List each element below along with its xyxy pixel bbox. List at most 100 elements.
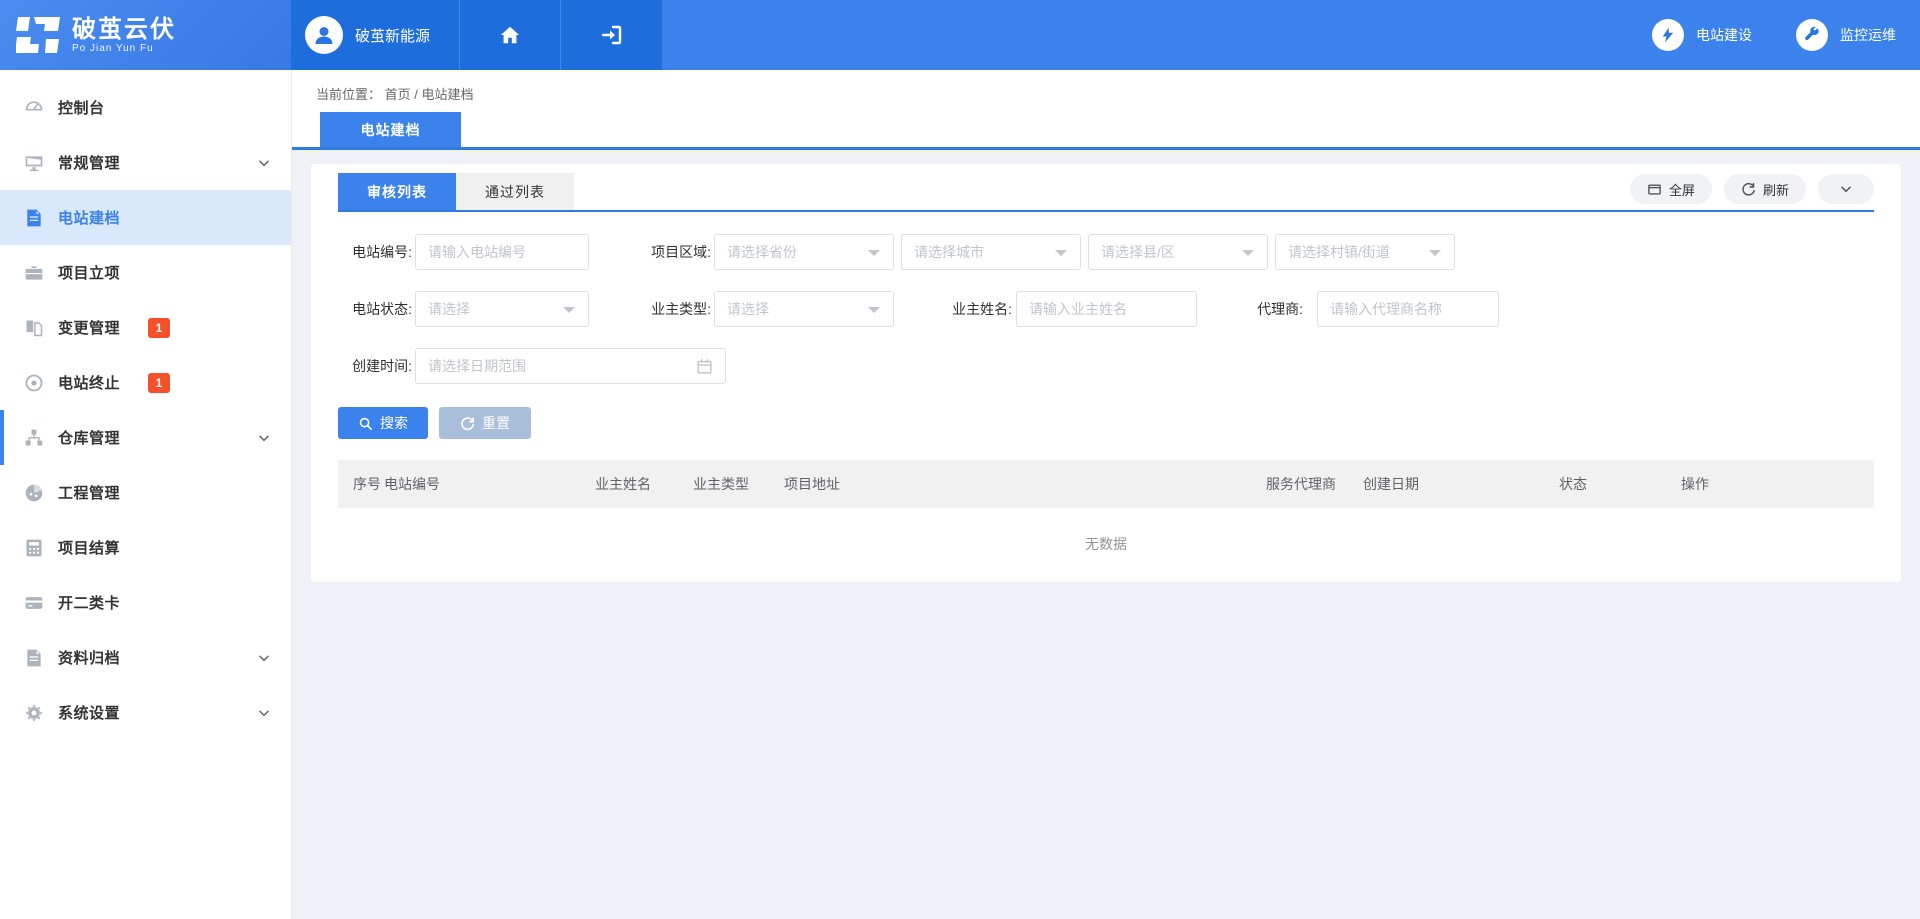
sidebar-item-label: 变更管理	[58, 317, 120, 338]
breadcrumb-label: 当前位置：	[316, 87, 381, 102]
refresh-button[interactable]: 刷新	[1724, 174, 1806, 204]
owner-name-input[interactable]: 请输入业主姓名	[1016, 291, 1197, 327]
header-right-nav: 电站建设 监控运维	[662, 0, 1920, 70]
date-range-input[interactable]: 请选择日期范围	[415, 348, 726, 384]
owner-type-select[interactable]: 请选择	[714, 291, 894, 327]
station-no-label: 电站编号:	[338, 242, 412, 262]
sidebar-item-label: 开二类卡	[58, 592, 120, 613]
sidebar-item-console[interactable]: 控制台	[0, 80, 291, 135]
logout-button[interactable]	[561, 0, 662, 70]
logo-subtitle: Po Jian Yun Fu	[72, 43, 176, 54]
wrench-icon	[1796, 19, 1828, 51]
panel-toolbar: 全屏 刷新	[1630, 174, 1874, 204]
agent-input[interactable]: 请输入代理商名称	[1317, 291, 1499, 327]
sidebar-item-warehouse-mgmt[interactable]: 仓库管理	[0, 410, 291, 465]
sidebar-item-change-mgmt[interactable]: 变更管理 1	[0, 300, 291, 355]
sidebar: 控制台 常规管理 电站建档	[0, 70, 291, 919]
pie-chart-icon	[24, 483, 44, 503]
sidebar-item-label: 控制台	[58, 97, 105, 118]
page-tab-station-archive[interactable]: 电站建档	[320, 112, 461, 147]
sidebar-item-system-settings[interactable]: 系统设置	[0, 685, 291, 740]
gear-icon	[24, 703, 44, 723]
sidebar-item-engineering-mgmt[interactable]: 工程管理	[0, 465, 291, 520]
notification-badge: 1	[148, 318, 170, 338]
nav-label: 监控运维	[1840, 25, 1896, 45]
reset-icon	[460, 416, 475, 431]
search-label: 搜索	[380, 413, 408, 433]
tab-passed-list[interactable]: 通过列表	[456, 173, 574, 210]
user-name: 破茧新能源	[355, 25, 430, 46]
notification-badge: 1	[148, 373, 170, 393]
tab-review-list[interactable]: 审核列表	[338, 173, 456, 210]
sidebar-item-open-class2-card[interactable]: 开二类卡	[0, 575, 291, 630]
main-content: 当前位置： 首页 / 电站建档 电站建档 审核列表 通过列表 全屏	[291, 70, 1920, 919]
filter-row-1: 电站编号: 请输入电站编号 项目区域: 请选择省份 请选择城市 请选择县/区 请…	[338, 234, 1874, 270]
dashboard-icon	[24, 98, 44, 118]
chevron-down-icon	[257, 651, 271, 665]
col-index: 序号	[353, 474, 384, 494]
app-logo[interactable]: 破茧云伏 Po Jian Yun Fu	[0, 0, 291, 70]
sidebar-item-data-archive[interactable]: 资料归档	[0, 630, 291, 685]
sidebar-item-label: 常规管理	[58, 152, 120, 173]
col-station-no: 电站编号	[384, 474, 595, 494]
header-user-section: 破茧新能源	[291, 0, 662, 70]
sitemap-icon	[24, 428, 44, 448]
station-no-input[interactable]: 请输入电站编号	[415, 234, 589, 270]
logo-title: 破茧云伏	[72, 17, 176, 43]
chevron-down-icon	[257, 431, 271, 445]
nav-monitoring-ops[interactable]: 监控运维	[1796, 19, 1896, 51]
calendar-icon	[696, 358, 713, 375]
sidebar-item-label: 项目立项	[58, 262, 120, 283]
breadcrumb-band: 当前位置： 首页 / 电站建档 电站建档	[292, 70, 1920, 150]
lightning-icon	[1652, 19, 1684, 51]
owner-type-label: 业主类型:	[637, 299, 711, 319]
active-indicator	[0, 410, 4, 465]
filter-row-3: 创建时间: 请选择日期范围	[338, 348, 1874, 384]
monitor-icon	[24, 153, 44, 173]
collapse-button[interactable]	[1818, 174, 1874, 204]
nav-label: 电站建设	[1696, 25, 1752, 45]
col-actions: 操作	[1681, 474, 1874, 494]
sidebar-item-label: 电站建档	[58, 207, 120, 228]
station-status-select[interactable]: 请选择	[415, 291, 589, 327]
township-select[interactable]: 请选择村镇/街道	[1275, 234, 1455, 270]
breadcrumb: 当前位置： 首页 / 电站建档	[316, 84, 473, 103]
logo-mark-icon	[16, 15, 62, 55]
district-select[interactable]: 请选择县/区	[1088, 234, 1268, 270]
document-icon	[24, 208, 44, 228]
sidebar-item-project-settlement[interactable]: 项目结算	[0, 520, 291, 575]
panel-tabs: 审核列表 通过列表 全屏	[338, 173, 1874, 212]
chevron-down-icon	[257, 706, 271, 720]
fullscreen-icon	[1647, 182, 1662, 197]
sidebar-item-project-initiation[interactable]: 项目立项	[0, 245, 291, 300]
home-icon	[499, 24, 521, 46]
app-header: 破茧云伏 Po Jian Yun Fu 破茧新能源	[0, 0, 1920, 70]
col-status: 状态	[1559, 474, 1681, 494]
reset-button[interactable]: 重置	[439, 407, 531, 439]
archive-icon	[24, 648, 44, 668]
filter-actions: 搜索 重置	[338, 407, 1874, 439]
sidebar-item-station-termination[interactable]: 电站终止 1	[0, 355, 291, 410]
create-time-label: 创建时间:	[338, 356, 412, 376]
sidebar-item-station-archive[interactable]: 电站建档	[0, 190, 291, 245]
search-icon	[358, 416, 373, 431]
col-owner-type: 业主类型	[693, 474, 784, 494]
col-agent: 服务代理商	[1266, 474, 1363, 494]
home-button[interactable]	[460, 0, 561, 70]
fullscreen-button[interactable]: 全屏	[1630, 174, 1712, 204]
reset-label: 重置	[482, 413, 510, 433]
col-create-date: 创建日期	[1363, 474, 1559, 494]
breadcrumb-path[interactable]: 首页 / 电站建档	[385, 87, 474, 102]
col-address: 项目地址	[784, 474, 1266, 494]
chevron-down-icon	[1839, 182, 1853, 196]
nav-station-construction[interactable]: 电站建设	[1652, 19, 1752, 51]
record-icon	[24, 373, 44, 393]
search-button[interactable]: 搜索	[338, 407, 428, 439]
province-select[interactable]: 请选择省份	[714, 234, 894, 270]
sidebar-item-label: 电站终止	[58, 372, 120, 393]
filter-form: 电站编号: 请输入电站编号 项目区域: 请选择省份 请选择城市 请选择县/区 请…	[338, 234, 1874, 384]
logout-icon	[600, 23, 624, 47]
user-menu[interactable]: 破茧新能源	[291, 0, 460, 70]
city-select[interactable]: 请选择城市	[901, 234, 1081, 270]
sidebar-item-general-mgmt[interactable]: 常规管理	[0, 135, 291, 190]
